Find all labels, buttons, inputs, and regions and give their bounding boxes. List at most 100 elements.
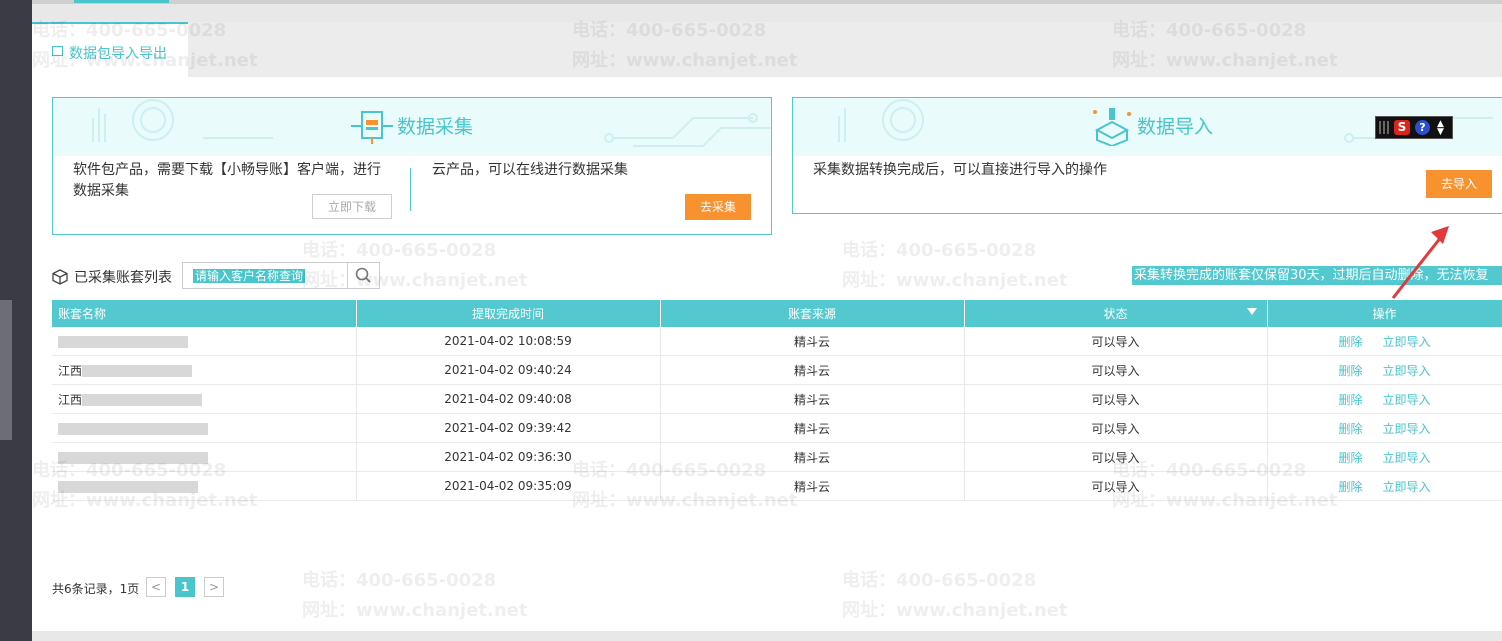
main-panel: 数据包导入导出 数据采集 软件包产品，需要下载【小畅导账】客户端，进行数据采集 … bbox=[32, 20, 1502, 631]
table-header-row: 账套名称 提取完成时间 账套来源 状态 操作 bbox=[52, 300, 1502, 327]
collect-card: 数据采集 软件包产品，需要下载【小畅导账】客户端，进行数据采集 立即下载 云产品… bbox=[52, 97, 772, 235]
watermark: 电话：400-665-0028网址：www.chanjet.net bbox=[302, 570, 528, 621]
menu-arrows-icon[interactable]: ▲ ▼ bbox=[1437, 120, 1444, 137]
col-actions: 操作 bbox=[1267, 300, 1502, 327]
actions-cell: 删除 立即导入 bbox=[1267, 442, 1502, 472]
delete-link[interactable]: 删除 bbox=[1338, 335, 1362, 349]
data-import-icon bbox=[1093, 108, 1131, 146]
table-row: 2021-04-02 09:39:42 精斗云 可以导入 删除 立即导入 bbox=[52, 413, 1502, 443]
collect-cloud-text: 云产品，可以在线进行数据采集 bbox=[432, 162, 628, 178]
redacted-name bbox=[82, 365, 193, 377]
col-source: 账套来源 bbox=[660, 300, 965, 327]
data-collect-icon bbox=[351, 111, 393, 144]
account-name-cell bbox=[52, 471, 357, 501]
collect-title: 数据采集 bbox=[397, 116, 474, 138]
source-cell: 精斗云 bbox=[660, 384, 965, 414]
package-icon bbox=[52, 46, 63, 56]
import-now-link[interactable]: 立即导入 bbox=[1383, 335, 1431, 349]
redacted-name bbox=[58, 422, 208, 435]
ime-toolbar[interactable]: S ? ▲ ▼ bbox=[1375, 116, 1453, 139]
tab-label: 数据包导入导出 bbox=[69, 46, 167, 62]
status-cell: 可以导入 bbox=[964, 471, 1268, 501]
sidebar-handle[interactable] bbox=[0, 300, 12, 440]
watermark: 电话：400-665-0028网址：www.chanjet.net bbox=[842, 240, 1068, 291]
import-now-link[interactable]: 立即导入 bbox=[1383, 422, 1431, 436]
col-account-name: 账套名称 bbox=[52, 300, 357, 327]
tab-data-package[interactable]: 数据包导入导出 bbox=[32, 22, 188, 77]
import-now-link[interactable]: 立即导入 bbox=[1383, 364, 1431, 378]
go-import-button[interactable]: 去导入 bbox=[1426, 170, 1492, 198]
source-cell: 精斗云 bbox=[660, 327, 965, 356]
import-title: 数据导入 bbox=[1137, 116, 1214, 138]
table-row: 江西 2021-04-02 09:40:08 精斗云 可以导入 删除 立即导入 bbox=[52, 384, 1502, 414]
import-now-link[interactable]: 立即导入 bbox=[1383, 451, 1431, 465]
table-row: 2021-04-02 09:36:30 精斗云 可以导入 删除 立即导入 bbox=[52, 442, 1502, 472]
help-icon[interactable]: ? bbox=[1415, 120, 1430, 135]
table-row: 2021-04-02 09:35:09 精斗云 可以导入 删除 立即导入 bbox=[52, 471, 1502, 501]
status-cell: 可以导入 bbox=[964, 384, 1268, 414]
cube-icon bbox=[52, 269, 68, 285]
source-cell: 精斗云 bbox=[660, 471, 965, 501]
time-cell: 2021-04-02 09:36:30 bbox=[356, 442, 661, 472]
filter-icon[interactable] bbox=[1246, 308, 1257, 315]
table-row: 2021-04-02 10:08:59 精斗云 可以导入 删除 立即导入 bbox=[52, 327, 1502, 356]
card-divider bbox=[410, 168, 411, 211]
page-1-button[interactable]: 1 bbox=[175, 577, 195, 597]
account-name-cell: 江西 bbox=[52, 355, 357, 385]
status-cell: 可以导入 bbox=[964, 413, 1268, 443]
redacted-name bbox=[58, 451, 208, 464]
sogou-icon[interactable]: S bbox=[1394, 120, 1410, 135]
actions-cell: 删除 立即导入 bbox=[1267, 327, 1502, 356]
import-now-link[interactable]: 立即导入 bbox=[1383, 393, 1431, 407]
go-collect-button[interactable]: 去采集 bbox=[685, 194, 751, 220]
source-cell: 精斗云 bbox=[660, 355, 965, 385]
top-strip bbox=[32, 0, 1502, 4]
status-cell: 可以导入 bbox=[964, 442, 1268, 472]
list-title: 已采集账套列表 bbox=[74, 270, 172, 286]
account-name-cell bbox=[52, 327, 357, 356]
tab-bar: 数据包导入导出 bbox=[32, 22, 1502, 77]
search-icon bbox=[355, 267, 371, 283]
next-page-button[interactable]: > bbox=[204, 577, 224, 597]
annotation-arrow bbox=[1391, 226, 1449, 299]
delete-link[interactable]: 删除 bbox=[1338, 451, 1362, 465]
redacted-name bbox=[82, 394, 203, 406]
delete-link[interactable]: 删除 bbox=[1338, 364, 1362, 378]
import-text: 采集数据转换完成后，可以直接进行导入的操作 bbox=[813, 162, 1107, 178]
account-table: 账套名称 提取完成时间 账套来源 状态 操作 2021-04-02 10:08:… bbox=[52, 300, 1502, 501]
delete-link[interactable]: 删除 bbox=[1338, 422, 1362, 436]
import-card: 数据导入 采集数据转换完成后，可以直接进行导入的操作 去导入 bbox=[792, 97, 1502, 214]
search-button[interactable] bbox=[347, 263, 379, 288]
import-now-link[interactable]: 立即导入 bbox=[1383, 480, 1431, 494]
prev-page-button[interactable]: < bbox=[146, 577, 166, 597]
actions-cell: 删除 立即导入 bbox=[1267, 384, 1502, 414]
account-name-cell bbox=[52, 442, 357, 472]
col-status[interactable]: 状态 bbox=[964, 300, 1268, 327]
redacted-name bbox=[58, 335, 188, 348]
time-cell: 2021-04-02 09:35:09 bbox=[356, 471, 661, 501]
time-cell: 2021-04-02 09:39:42 bbox=[356, 413, 661, 443]
ime-grip-icon[interactable] bbox=[1379, 121, 1389, 134]
watermark: 电话：400-665-0028网址：www.chanjet.net bbox=[842, 570, 1068, 621]
table-row: 江西 2021-04-02 09:40:24 精斗云 可以导入 删除 立即导入 bbox=[52, 355, 1502, 385]
customer-search-input[interactable]: 请输入客户名称查询 bbox=[182, 262, 380, 289]
account-name-cell bbox=[52, 413, 357, 443]
delete-link[interactable]: 删除 bbox=[1338, 480, 1362, 494]
left-sidebar bbox=[0, 0, 32, 641]
record-count: 共6条记录，1页 bbox=[52, 582, 140, 596]
delete-link[interactable]: 删除 bbox=[1338, 393, 1362, 407]
status-cell: 可以导入 bbox=[964, 327, 1268, 356]
time-cell: 2021-04-02 09:40:24 bbox=[356, 355, 661, 385]
actions-cell: 删除 立即导入 bbox=[1267, 413, 1502, 443]
search-placeholder: 请输入客户名称查询 bbox=[193, 269, 306, 283]
source-cell: 精斗云 bbox=[660, 442, 965, 472]
time-cell: 2021-04-02 10:08:59 bbox=[356, 327, 661, 356]
time-cell: 2021-04-02 09:40:08 bbox=[356, 384, 661, 414]
account-name-cell: 江西 bbox=[52, 384, 357, 414]
source-cell: 精斗云 bbox=[660, 413, 965, 443]
col-finish-time: 提取完成时间 bbox=[356, 300, 661, 327]
download-button[interactable]: 立即下载 bbox=[312, 194, 392, 219]
actions-cell: 删除 立即导入 bbox=[1267, 355, 1502, 385]
actions-cell: 删除 立即导入 bbox=[1267, 471, 1502, 501]
col-status-label: 状态 bbox=[1103, 307, 1128, 321]
